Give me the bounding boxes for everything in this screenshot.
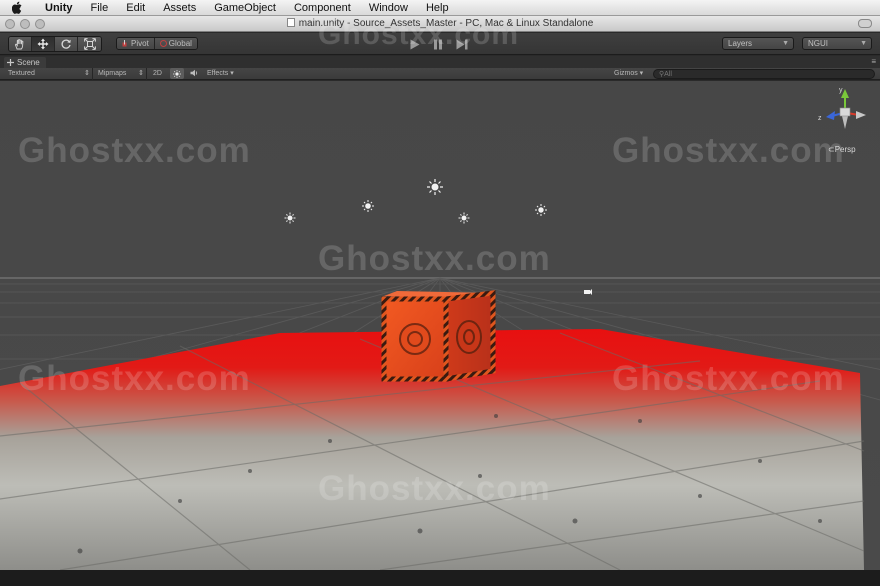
pivot-icon <box>122 40 127 47</box>
layout-dropdown[interactable]: NGUI ▼ <box>802 37 872 50</box>
menu-help[interactable]: Help <box>417 0 458 16</box>
scene-view-toolbar: Textured ⇕ Mipmaps ⇕ 2D Effects ▾ Gizmos… <box>0 68 880 80</box>
pivot-button[interactable]: Pivot <box>117 38 154 49</box>
2d-mode-toggle[interactable]: 2D <box>153 69 162 79</box>
watermark-text: Ghostxx.com <box>612 131 845 170</box>
hand-icon <box>15 38 24 49</box>
chevron-down-icon: ▼ <box>860 40 867 47</box>
move-icon <box>37 38 49 50</box>
status-bar <box>0 570 880 586</box>
axis-z-label: z <box>818 115 822 122</box>
gizmos-dropdown[interactable]: Gizmos ▾ <box>614 69 643 79</box>
render-mode-dropdown[interactable]: Mipmaps <box>98 69 126 79</box>
menu-unity[interactable]: Unity <box>36 0 82 16</box>
watermark-text: Ghostxx.com <box>318 18 520 51</box>
chevron-updown-icon: ⇕ <box>138 70 144 77</box>
scene-lighting-toggle[interactable] <box>170 68 184 79</box>
menu-window[interactable]: Window <box>360 0 417 16</box>
menu-component[interactable]: Component <box>285 0 360 16</box>
rotate-tool-button[interactable] <box>55 37 78 51</box>
speaker-icon <box>190 69 198 77</box>
scene-viewport[interactable]: y z ⊂Persp Ghostxx.com Ghostxx.com Ghost… <box>0 81 880 570</box>
move-tool-button[interactable] <box>32 37 55 51</box>
chevron-down-icon: ▼ <box>782 40 789 47</box>
scale-icon <box>83 38 96 50</box>
scene-search-input[interactable]: ⚲All <box>653 69 875 79</box>
apple-icon[interactable] <box>12 1 26 14</box>
menu-gameobject[interactable]: GameObject <box>205 0 285 16</box>
audio-toggle[interactable] <box>190 69 199 81</box>
global-button[interactable]: Global <box>153 38 197 49</box>
tab-scene[interactable]: Scene <box>4 57 46 68</box>
scene-icon <box>7 59 14 66</box>
menu-assets[interactable]: Assets <box>154 0 205 16</box>
watermark-text: Ghostxx.com <box>612 359 845 398</box>
sun-icon <box>173 69 181 78</box>
watermark-text: Ghostxx.com <box>318 239 551 278</box>
scene-tab-strip: Scene ≡ <box>0 56 880 68</box>
scale-tool-button[interactable] <box>78 37 101 51</box>
watermark-text: Ghostxx.com <box>18 131 251 170</box>
menu-file[interactable]: File <box>82 0 118 16</box>
transform-tools <box>8 36 102 52</box>
watermark-text: Ghostxx.com <box>18 359 251 398</box>
crate-object[interactable] <box>381 290 496 382</box>
tab-menu-icon[interactable]: ≡ <box>871 57 876 66</box>
toolbar-toggle-button[interactable] <box>858 19 872 28</box>
effects-dropdown[interactable]: Effects ▾ <box>207 69 234 79</box>
global-icon <box>159 40 167 47</box>
mac-menu-bar: Unity File Edit Assets GameObject Compon… <box>0 0 880 16</box>
chevron-updown-icon: ⇕ <box>84 70 90 77</box>
layers-dropdown[interactable]: Layers ▼ <box>722 37 794 50</box>
document-icon <box>286 18 295 27</box>
rotate-icon <box>61 39 71 49</box>
menu-edit[interactable]: Edit <box>117 0 154 16</box>
axis-y-label: y <box>839 87 843 94</box>
watermark-text: Ghostxx.com <box>318 469 551 508</box>
hand-tool-button[interactable] <box>9 37 32 51</box>
draw-mode-dropdown[interactable]: Textured <box>8 69 35 79</box>
pivot-global-toggle: Pivot Global <box>116 37 198 50</box>
